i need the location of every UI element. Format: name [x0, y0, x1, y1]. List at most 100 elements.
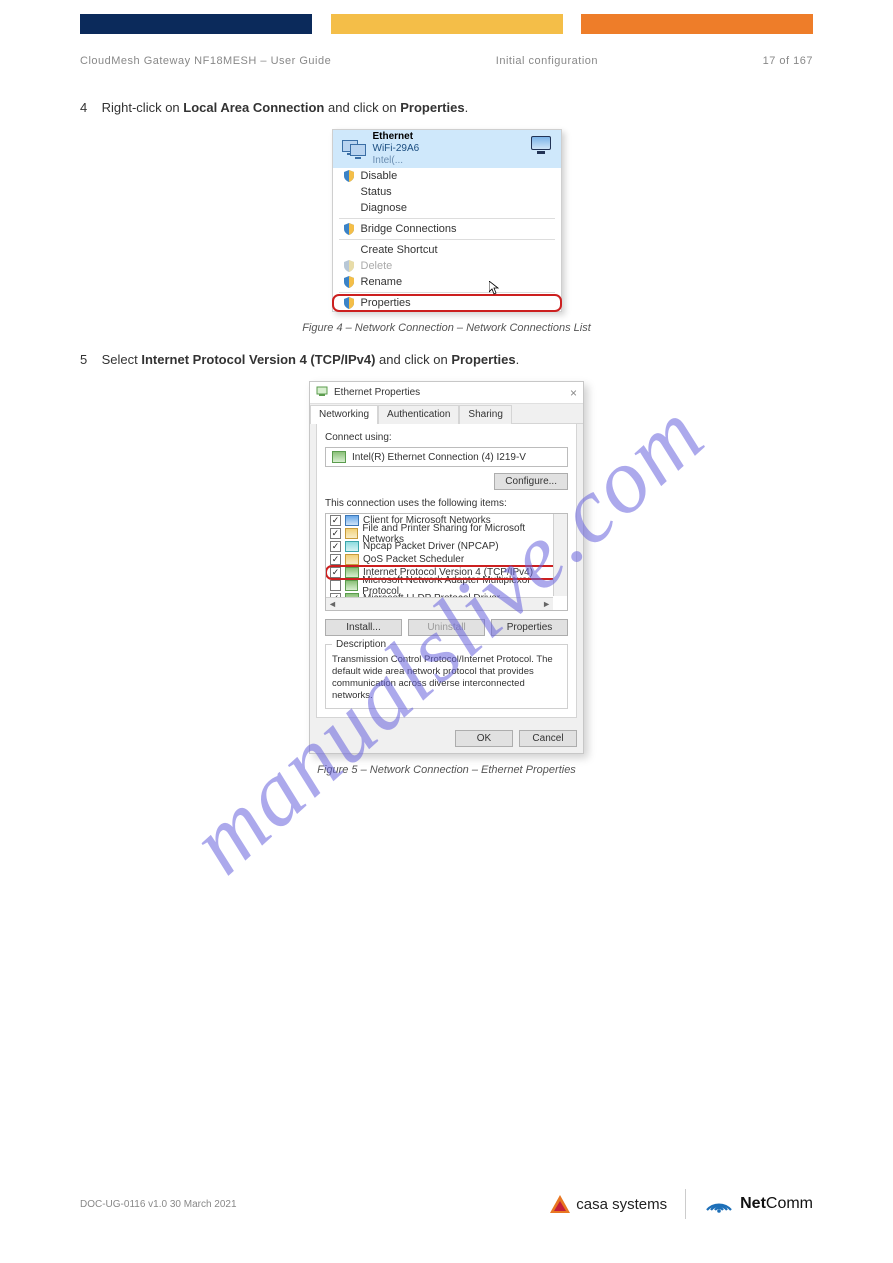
- menu-bridge-label: Bridge Connections: [361, 223, 457, 235]
- checkbox[interactable]: ✓: [330, 541, 341, 552]
- list-item[interactable]: ✓QoS Packet Scheduler: [326, 553, 567, 566]
- step-5-num: 5: [80, 352, 98, 367]
- tab-networking-label: Networking: [319, 409, 369, 420]
- cursor-icon: [489, 281, 501, 295]
- footer: DOC-UG-0116 v1.0 30 March 2021 casa syst…: [80, 1189, 813, 1219]
- tab-authentication[interactable]: Authentication: [378, 405, 459, 424]
- configure-button[interactable]: Configure...: [494, 473, 568, 490]
- tab-panel: Connect using: Intel(R) Ethernet Connect…: [316, 424, 577, 718]
- step-4-num: 4: [80, 100, 98, 115]
- network-card-icon: [316, 385, 328, 400]
- menu-bridge[interactable]: Bridge Connections: [333, 221, 561, 237]
- step-4-text-pre: Right-click on: [102, 100, 184, 115]
- configure-label: Configure...: [505, 476, 557, 487]
- properties-label: Properties: [507, 622, 553, 633]
- shield-icon: [343, 223, 355, 235]
- shield-icon: [343, 276, 355, 288]
- checkbox[interactable]: ✓: [330, 554, 341, 565]
- scrollbar-horizontal[interactable]: ◄►: [326, 597, 553, 610]
- adapter-box: Intel(R) Ethernet Connection (4) I219-V: [325, 447, 568, 467]
- scrollbar-vertical[interactable]: [553, 514, 567, 596]
- network-item-ethernet[interactable]: Ethernet WiFi-29A6 Intel(...: [333, 130, 561, 168]
- step-4-text-post: .: [465, 100, 469, 115]
- connect-using-label: Connect using:: [325, 432, 568, 443]
- description-legend: Description: [332, 639, 390, 650]
- net-name: Ethernet: [373, 131, 420, 143]
- netcomm-net: Net: [740, 1195, 766, 1212]
- ok-button[interactable]: OK: [455, 730, 513, 747]
- doc-code: DOC-UG-0116 v1.0 30 March 2021: [80, 1199, 237, 1210]
- menu-delete: Delete: [333, 258, 561, 274]
- menu-delete-label: Delete: [361, 260, 393, 272]
- shield-icon: [343, 170, 355, 182]
- menu-create-shortcut-label: Create Shortcut: [361, 244, 438, 256]
- tab-sharing-label: Sharing: [468, 409, 502, 420]
- casa-text: casa systems: [576, 1196, 667, 1213]
- header-stripes: [80, 14, 813, 34]
- tab-networking[interactable]: Networking: [310, 405, 378, 424]
- wifi-icon: [704, 1192, 734, 1217]
- step-4-text-mid: and click on: [324, 100, 400, 115]
- uses-items-label: This connection uses the following items…: [325, 498, 568, 509]
- scroll-left-icon[interactable]: ◄: [328, 599, 337, 609]
- menu-status[interactable]: Status: [333, 184, 561, 200]
- step-4-bold1: Local Area Connection: [183, 100, 324, 115]
- stripe-orange: [581, 14, 813, 34]
- dialog-titlebar: Ethernet Properties ×: [310, 382, 583, 404]
- step-4-bold2: Properties: [400, 100, 464, 115]
- figure-5-caption: Figure 5 – Network Connection – Ethernet…: [80, 764, 813, 776]
- close-icon[interactable]: ×: [570, 386, 577, 400]
- checkbox[interactable]: ✓: [330, 567, 341, 578]
- step-5-bold1: Internet Protocol Version 4 (TCP/IPv4): [141, 352, 375, 367]
- install-button[interactable]: Install...: [325, 619, 402, 636]
- context-menu: Disable Status Diagnose Bridge Connectio…: [333, 168, 561, 311]
- checkbox[interactable]: [330, 580, 341, 591]
- menu-status-label: Status: [361, 186, 392, 198]
- file-icon: [345, 528, 359, 539]
- screenshot-ethernet-properties: Ethernet Properties × Networking Authent…: [309, 381, 584, 754]
- checkbox[interactable]: ✓: [330, 528, 341, 539]
- net-nic-hint: Intel(...: [373, 155, 420, 167]
- client-icon: [345, 515, 359, 526]
- tab-row: Networking Authentication Sharing: [310, 404, 583, 424]
- menu-separator: [339, 292, 555, 293]
- product-title: CloudMesh Gateway NF18MESH – User Guide: [80, 55, 331, 67]
- description-text: Transmission Control Protocol/Internet P…: [332, 654, 561, 702]
- menu-disable[interactable]: Disable: [333, 168, 561, 184]
- screenshot-context-menu: Ethernet WiFi-29A6 Intel(... Disable Sta…: [332, 129, 562, 312]
- qos-icon: [345, 554, 359, 565]
- menu-properties[interactable]: Properties: [333, 295, 561, 311]
- stripe-blue: [80, 14, 312, 34]
- netcomm-logo: NetComm: [704, 1192, 813, 1217]
- menu-rename[interactable]: Rename: [333, 274, 561, 290]
- page-number: 17 of 167: [763, 55, 813, 67]
- checkbox[interactable]: ✓: [330, 515, 341, 526]
- items-listbox[interactable]: ✓Client for Microsoft Networks✓File and …: [325, 513, 568, 611]
- step-5-text-post: .: [516, 352, 520, 367]
- ipv4-icon: [345, 567, 359, 578]
- step-5-text-pre: Select: [102, 352, 142, 367]
- menu-disable-label: Disable: [361, 170, 398, 182]
- casa-triangle-icon: [550, 1195, 570, 1213]
- step-5-bold2: Properties: [451, 352, 515, 367]
- casa-systems-logo: casa systems: [550, 1195, 667, 1213]
- scroll-right-icon[interactable]: ►: [542, 599, 551, 609]
- brand-separator: [685, 1189, 686, 1219]
- figure-4-caption: Figure 4 – Network Connection – Network …: [80, 322, 813, 334]
- cancel-button[interactable]: Cancel: [519, 730, 577, 747]
- menu-create-shortcut[interactable]: Create Shortcut: [333, 242, 561, 258]
- menu-properties-label: Properties: [361, 297, 411, 309]
- tab-auth-label: Authentication: [387, 409, 450, 420]
- properties-button[interactable]: Properties: [491, 619, 568, 636]
- shield-icon: [343, 260, 355, 272]
- menu-diagnose[interactable]: Diagnose: [333, 200, 561, 216]
- cancel-label: Cancel: [532, 733, 563, 744]
- menu-rename-label: Rename: [361, 276, 403, 288]
- list-item[interactable]: Microsoft Network Adapter Multiplexor Pr…: [326, 579, 567, 592]
- list-item-label: Npcap Packet Driver (NPCAP): [363, 541, 499, 552]
- menu-separator: [339, 218, 555, 219]
- list-item[interactable]: ✓File and Printer Sharing for Microsoft …: [326, 527, 567, 540]
- adapter-name: Intel(R) Ethernet Connection (4) I219-V: [352, 452, 526, 463]
- tab-sharing[interactable]: Sharing: [459, 405, 511, 424]
- peer-monitor-icon: [531, 136, 555, 160]
